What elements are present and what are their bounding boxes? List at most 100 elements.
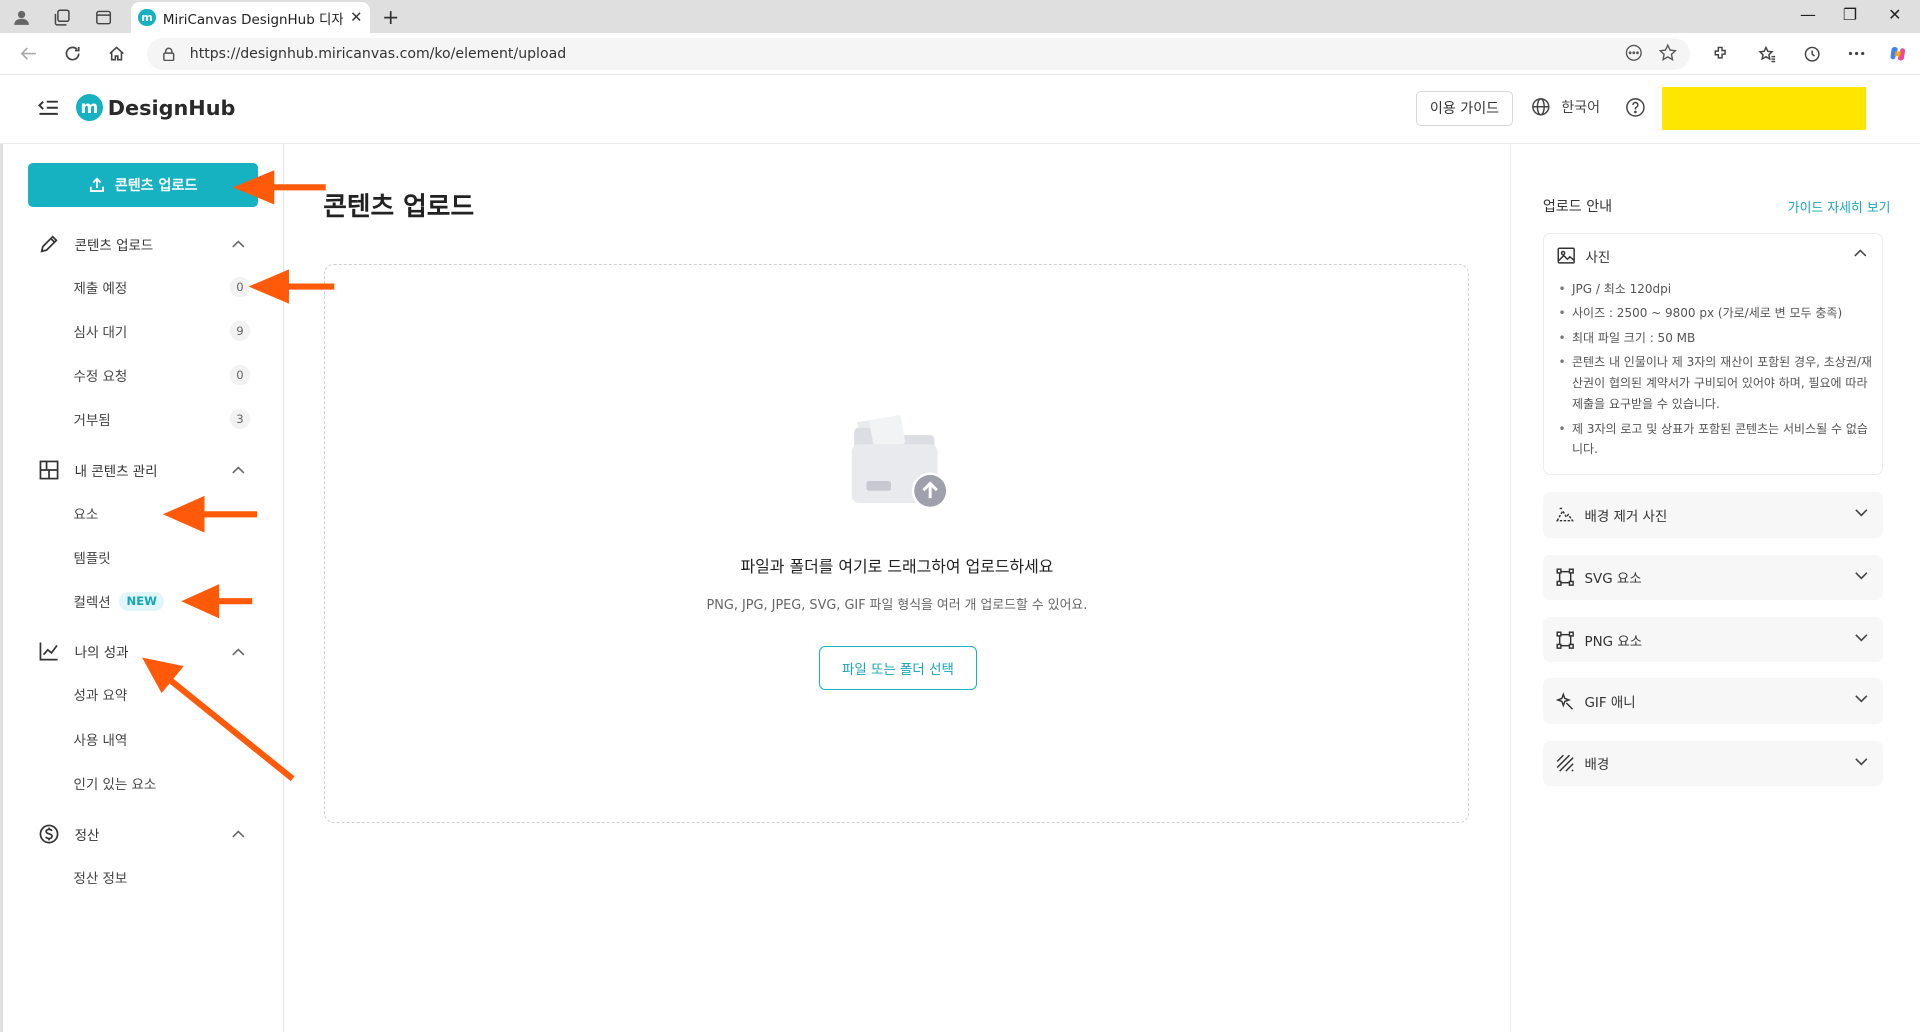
chevron-up-icon[interactable] (231, 239, 246, 249)
upload-icon (89, 177, 105, 193)
sparkle-icon (1556, 692, 1574, 710)
chevron-up-icon[interactable] (1853, 248, 1868, 258)
sidebar-item-performance-summary[interactable]: 성과 요약 (73, 684, 249, 704)
section-label: 나의 성과 (74, 646, 129, 662)
collections-icon[interactable] (50, 6, 72, 28)
sidebar-item-revision-requested[interactable]: 수정 요청 0 (73, 365, 250, 385)
sidebar-section-upload[interactable]: 콘텐츠 업로드 (38, 233, 246, 255)
browser-toolbar: https://designhub.miricanvas.com/ko/elem… (0, 33, 1920, 75)
close-tab-icon[interactable]: ✕ (350, 9, 362, 26)
dollar-icon (38, 823, 60, 845)
sidebar-item-label: 심사 대기 (73, 325, 128, 341)
help-icon[interactable] (1625, 97, 1646, 118)
address-bar[interactable]: https://designhub.miricanvas.com/ko/elem… (146, 37, 1690, 70)
chevron-down-icon (1854, 757, 1869, 767)
home-icon[interactable] (105, 43, 127, 65)
new-tab-icon[interactable]: + (382, 5, 399, 29)
history-icon[interactable] (1801, 43, 1823, 65)
guide-accordion-svg-element[interactable]: SVG 요소 (1542, 554, 1884, 600)
window-close-icon[interactable]: ✕ (1888, 5, 1901, 24)
sidebar-item-label: 정산 정보 (73, 871, 128, 887)
settings-more-icon[interactable] (1845, 43, 1867, 65)
more-tools-icon[interactable] (1624, 43, 1644, 63)
minimize-icon[interactable]: — (1800, 5, 1816, 24)
collapse-menu-icon[interactable] (37, 98, 59, 118)
restore-icon[interactable]: ❐ (1843, 5, 1857, 24)
profile-highlight-area[interactable] (1661, 86, 1867, 130)
sidebar-item-settlement-info[interactable]: 정산 정보 (73, 867, 249, 887)
section-label: 정산 (74, 828, 100, 844)
favorites-icon[interactable] (1756, 43, 1778, 65)
extensions-icon[interactable] (1709, 43, 1731, 65)
sidebar-item-templates[interactable]: 템플릿 (73, 547, 249, 567)
guide-photo-label: 사진 (1585, 250, 1611, 266)
guide-photo-header[interactable]: 사진 (1557, 246, 1610, 266)
lock-icon[interactable] (162, 47, 175, 62)
guide-accordion-gif-animation[interactable]: GIF 애니 (1542, 678, 1884, 724)
accordion-label: 배경 (1584, 758, 1610, 774)
sidebar-item-pending-review[interactable]: 심사 대기 9 (73, 321, 250, 341)
count-badge: 9 (230, 321, 250, 341)
new-badge: NEW (119, 591, 165, 611)
globe-icon (1531, 97, 1551, 117)
copilot-icon[interactable] (1887, 43, 1909, 65)
sidebar-item-label: 컬렉션 (73, 596, 111, 612)
profile-icon[interactable] (11, 6, 33, 28)
upload-content-button[interactable]: 콘텐츠 업로드 (28, 162, 259, 207)
upload-button-label: 콘텐츠 업로드 (114, 177, 198, 194)
page-title: 콘텐츠 업로드 (323, 192, 475, 223)
guide-accordion-background[interactable]: 배경 (1542, 740, 1884, 787)
guide-accordion-png-element[interactable]: PNG 요소 (1542, 617, 1884, 663)
browser-tab-bar: m MiriCanvas DesignHub 디자인허브 ✕ + — ❐ ✕ (0, 0, 1920, 34)
section-label: 내 콘텐츠 관리 (74, 465, 158, 481)
dropzone-instruction: 파일과 폴더를 여기로 드래그하여 업로드하세요 (740, 557, 1054, 577)
sidebar-section-settlement[interactable]: 정산 (38, 823, 246, 845)
logo-mark-icon: m (75, 94, 103, 122)
sidebar-item-label: 거부됨 (73, 413, 111, 429)
usage-guide-button[interactable]: 이용 가이드 (1415, 90, 1514, 127)
language-label: 한국어 (1561, 99, 1601, 116)
mountain-cut-icon (1556, 506, 1575, 523)
chevron-down-icon (1854, 633, 1869, 643)
guide-accordion-bg-removed-photo[interactable]: 배경 제거 사진 (1542, 492, 1884, 538)
language-selector[interactable]: 한국어 (1531, 97, 1600, 117)
photo-rule: 제 3자의 로고 및 상표가 포함된 콘텐츠는 서비스될 수 없습니다. (1559, 419, 1875, 461)
hatch-icon (1556, 754, 1574, 772)
sidebar-section-my-content[interactable]: 내 콘텐츠 관리 (38, 459, 246, 481)
section-label: 콘텐츠 업로드 (74, 238, 154, 254)
tab-actions-icon[interactable] (93, 6, 115, 28)
chevron-up-icon[interactable] (231, 465, 246, 475)
upload-dropzone[interactable]: 파일과 폴더를 여기로 드래그하여 업로드하세요 PNG, JPG, JPEG,… (324, 264, 1470, 823)
chevron-up-icon[interactable] (231, 829, 246, 839)
designhub-logo[interactable]: m DesignHub (75, 94, 235, 122)
sidebar-item-usage-history[interactable]: 사용 내역 (73, 729, 249, 749)
sidebar-item-elements[interactable]: 요소 (73, 503, 249, 523)
guide-photo-card: 사진 JPG / 최소 120dpi 사이즈 : 2500 ~ 9800 px … (1542, 232, 1884, 476)
accordion-label: GIF 애니 (1584, 696, 1636, 711)
browser-tab[interactable]: m MiriCanvas DesignHub 디자인허브 ✕ (131, 2, 370, 34)
sidebar-item-to-submit[interactable]: 제출 예정 0 (73, 276, 250, 297)
chart-icon (38, 640, 60, 662)
guide-detail-link[interactable]: 가이드 자세히 보기 (1788, 197, 1891, 216)
sidebar-section-performance[interactable]: 나의 성과 (38, 640, 246, 662)
chevron-up-icon[interactable] (231, 647, 246, 657)
favorite-star-icon[interactable] (1658, 43, 1678, 63)
refresh-icon[interactable] (61, 43, 83, 65)
back-icon[interactable] (17, 43, 39, 65)
sidebar-item-popular-elements[interactable]: 인기 있는 요소 (73, 773, 249, 793)
photo-rule: 사이즈 : 2500 ~ 9800 px (가로/세로 변 모두 충족) (1559, 303, 1875, 324)
select-file-or-folder-button[interactable]: 파일 또는 폴더 선택 (818, 646, 977, 691)
sidebar-item-label: 수정 요청 (73, 369, 128, 385)
sidebar-item-collections[interactable]: 컬렉션 NEW (73, 591, 249, 611)
vector-square-icon (1556, 568, 1575, 587)
vector-square-icon (1556, 631, 1575, 649)
upload-guide-title: 업로드 안내 (1542, 198, 1613, 215)
sidebar-item-rejected[interactable]: 거부됨 3 (73, 409, 250, 429)
accordion-label: 배경 제거 사진 (1584, 509, 1668, 525)
sidebar-item-label: 요소 (73, 508, 99, 524)
image-icon (1557, 247, 1576, 264)
sidebar-item-label: 사용 내역 (73, 733, 128, 749)
dropzone-supported-formats: PNG, JPG, JPEG, SVG, GIF 파일 형식을 여러 개 업로드… (706, 597, 1088, 613)
url-text: https://designhub.miricanvas.com/ko/elem… (189, 45, 567, 62)
photo-rule: 콘텐츠 내 인물이나 제 3자의 재산이 포함된 경우, 초상권/재산권이 협의… (1559, 352, 1875, 414)
